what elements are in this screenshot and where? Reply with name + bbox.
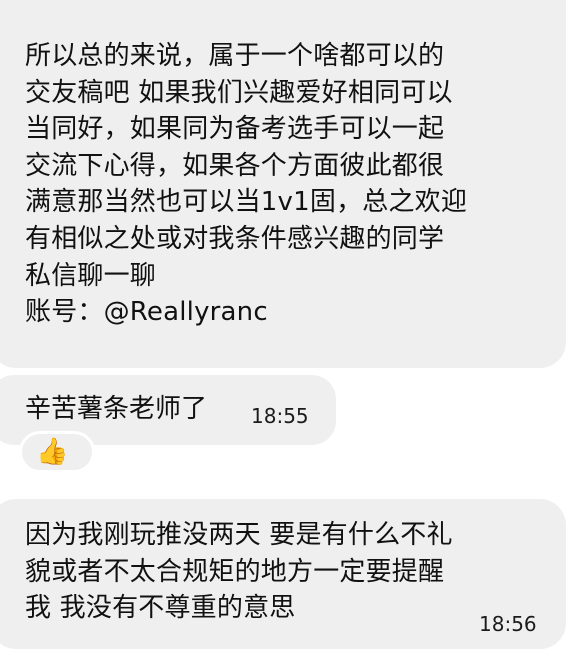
message-text: 因为我刚玩推没两天 要是有什么不礼 貌或者不太合规矩的地方一定要提醒 我 我没有… [25,520,453,624]
message-bubble-incoming[interactable]: 因为我刚玩推没两天 要是有什么不礼 貌或者不太合规矩的地方一定要提醒 我 我没有… [0,499,566,649]
message-text: 所以总的来说，属于一个啥都可以的 交友稿吧 如果我们兴趣爱好相同可以 当同好，如… [25,41,468,328]
message-text: 辛苦薯条老师了 [25,394,208,424]
chat-thread: 所以总的来说，属于一个啥都可以的 交友稿吧 如果我们兴趣爱好相同可以 当同好，如… [0,0,578,660]
message-bubble-incoming[interactable]: 所以总的来说，属于一个啥都可以的 交友稿吧 如果我们兴趣爱好相同可以 当同好，如… [0,0,566,368]
message-timestamp: 18:56 [479,612,537,636]
message-timestamp: 18:55 [251,404,309,428]
reaction-badge[interactable]: 👍 [19,431,95,473]
thumbs-up-icon: 👍 [36,437,69,467]
